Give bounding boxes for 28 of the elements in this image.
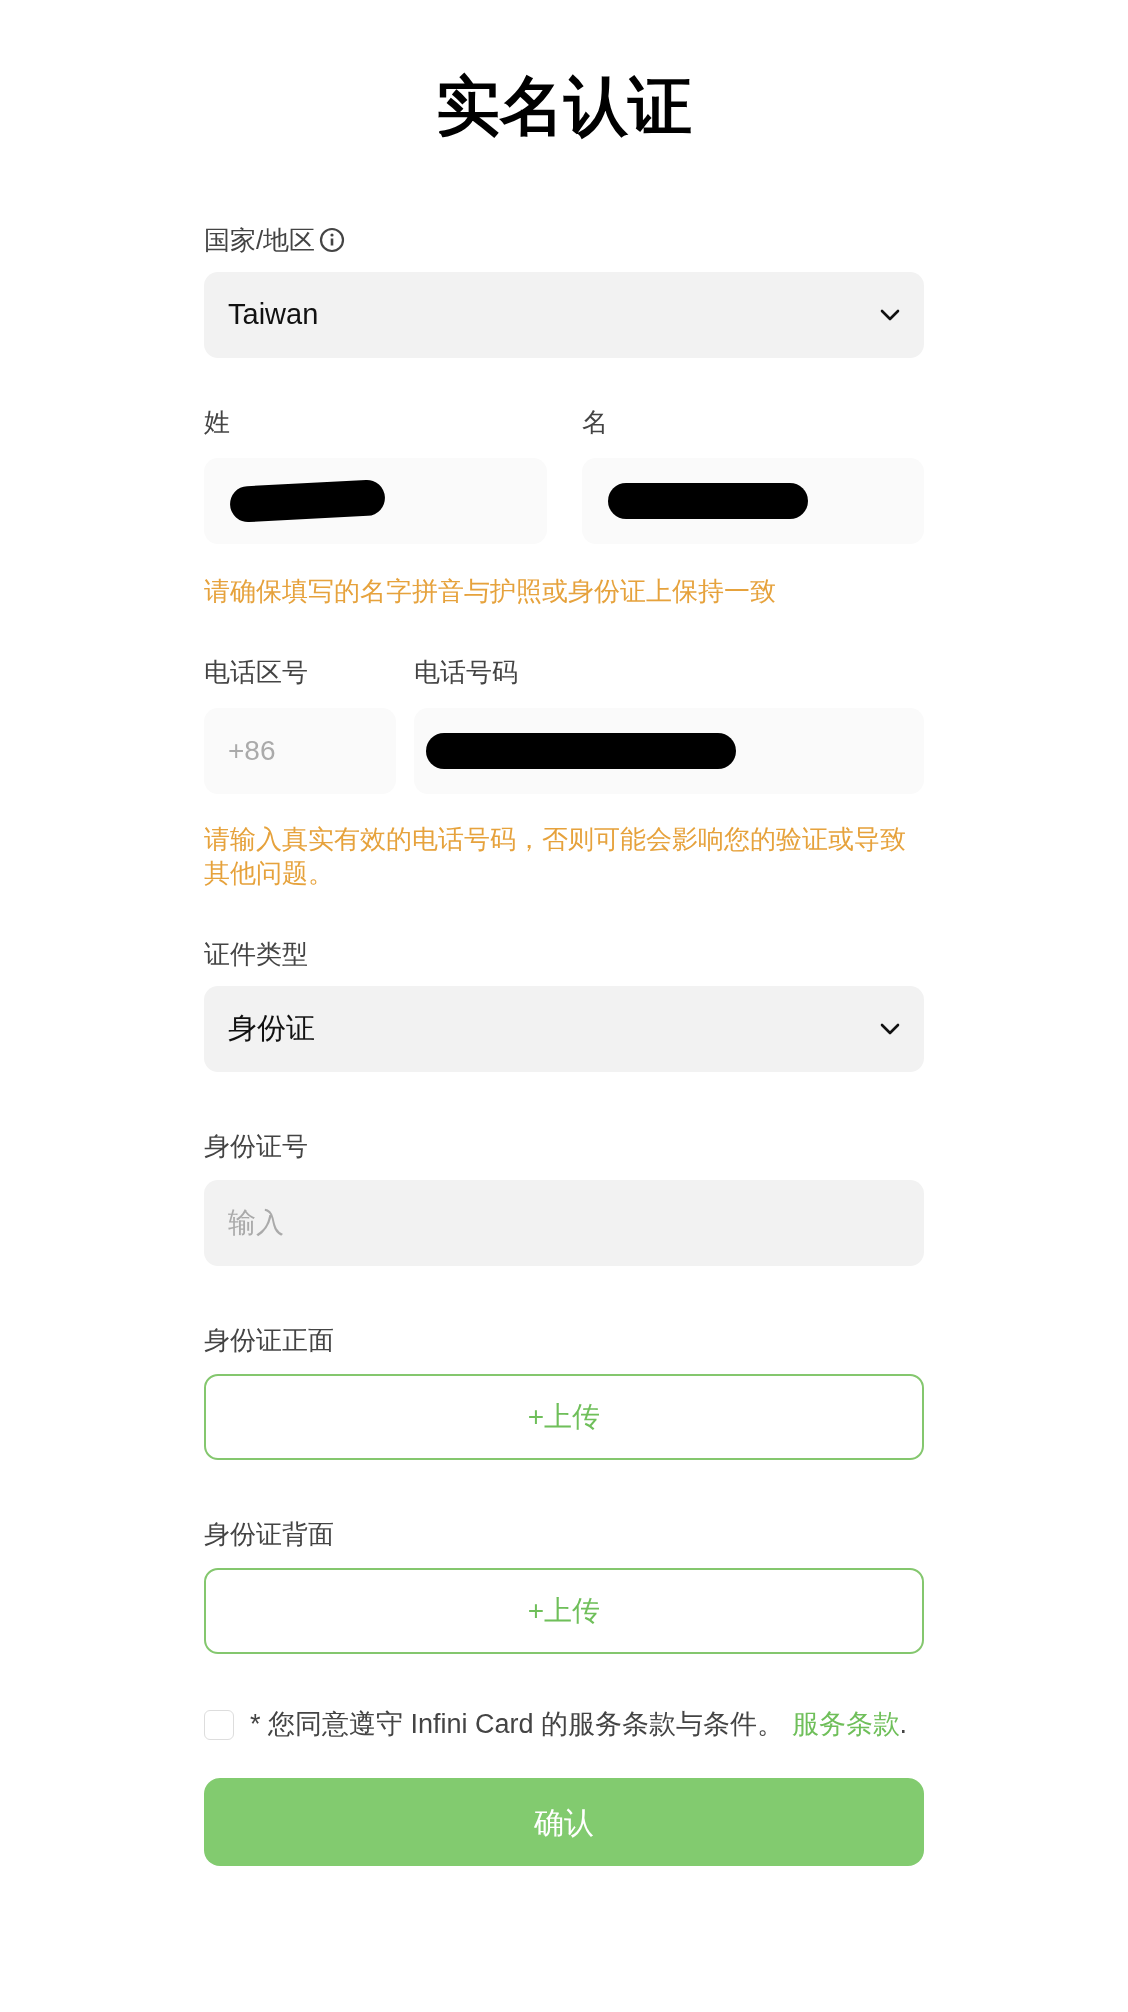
- given-name-field[interactable]: [581, 458, 924, 544]
- field-label: 姓: [204, 406, 231, 439]
- name-hint: 请确保填写的名字拼音与护照或身份证上保持一致: [204, 575, 777, 608]
- confirm-button[interactable]: 确认: [204, 1778, 924, 1866]
- terms-link[interactable]: 服务条款: [791, 1709, 900, 1739]
- field-label: 身份证背面: [204, 1518, 334, 1551]
- field-label: 身份证号: [204, 1130, 308, 1163]
- field-label: 证件类型: [204, 938, 308, 971]
- field-label: 电话号码: [414, 656, 519, 689]
- field-label: 身份证正面: [204, 1324, 334, 1357]
- agreement-text: * 您同意遵守 Infini Card 的服务条款与条件。 服务条款.: [250, 1708, 908, 1741]
- id-number-field[interactable]: 输入: [204, 1180, 924, 1266]
- field-label: 名: [581, 406, 609, 439]
- select-field[interactable]: 身份证: [204, 986, 924, 1072]
- chevron-down-icon: [880, 309, 900, 321]
- field-label: 国家/地区: [204, 224, 316, 257]
- field-label: 电话区号: [204, 656, 309, 689]
- upload-button[interactable]: +上传: [204, 1568, 924, 1654]
- select-field[interactable]: Taiwan: [204, 272, 924, 358]
- page-title: 实名认证: [436, 69, 692, 144]
- info-icon[interactable]: [319, 227, 346, 253]
- phone-hint: 请输入真实有效的电话号码，否则可能会影响您的验证或导致其他问题。: [204, 823, 907, 890]
- agreement-checkbox[interactable]: [204, 1710, 234, 1740]
- upload-button[interactable]: +上传: [204, 1374, 924, 1460]
- surname-field[interactable]: [204, 458, 547, 544]
- chevron-down-icon: [880, 1023, 900, 1035]
- phone-number-field[interactable]: [414, 708, 924, 794]
- phone-code-field[interactable]: +86: [204, 708, 396, 794]
